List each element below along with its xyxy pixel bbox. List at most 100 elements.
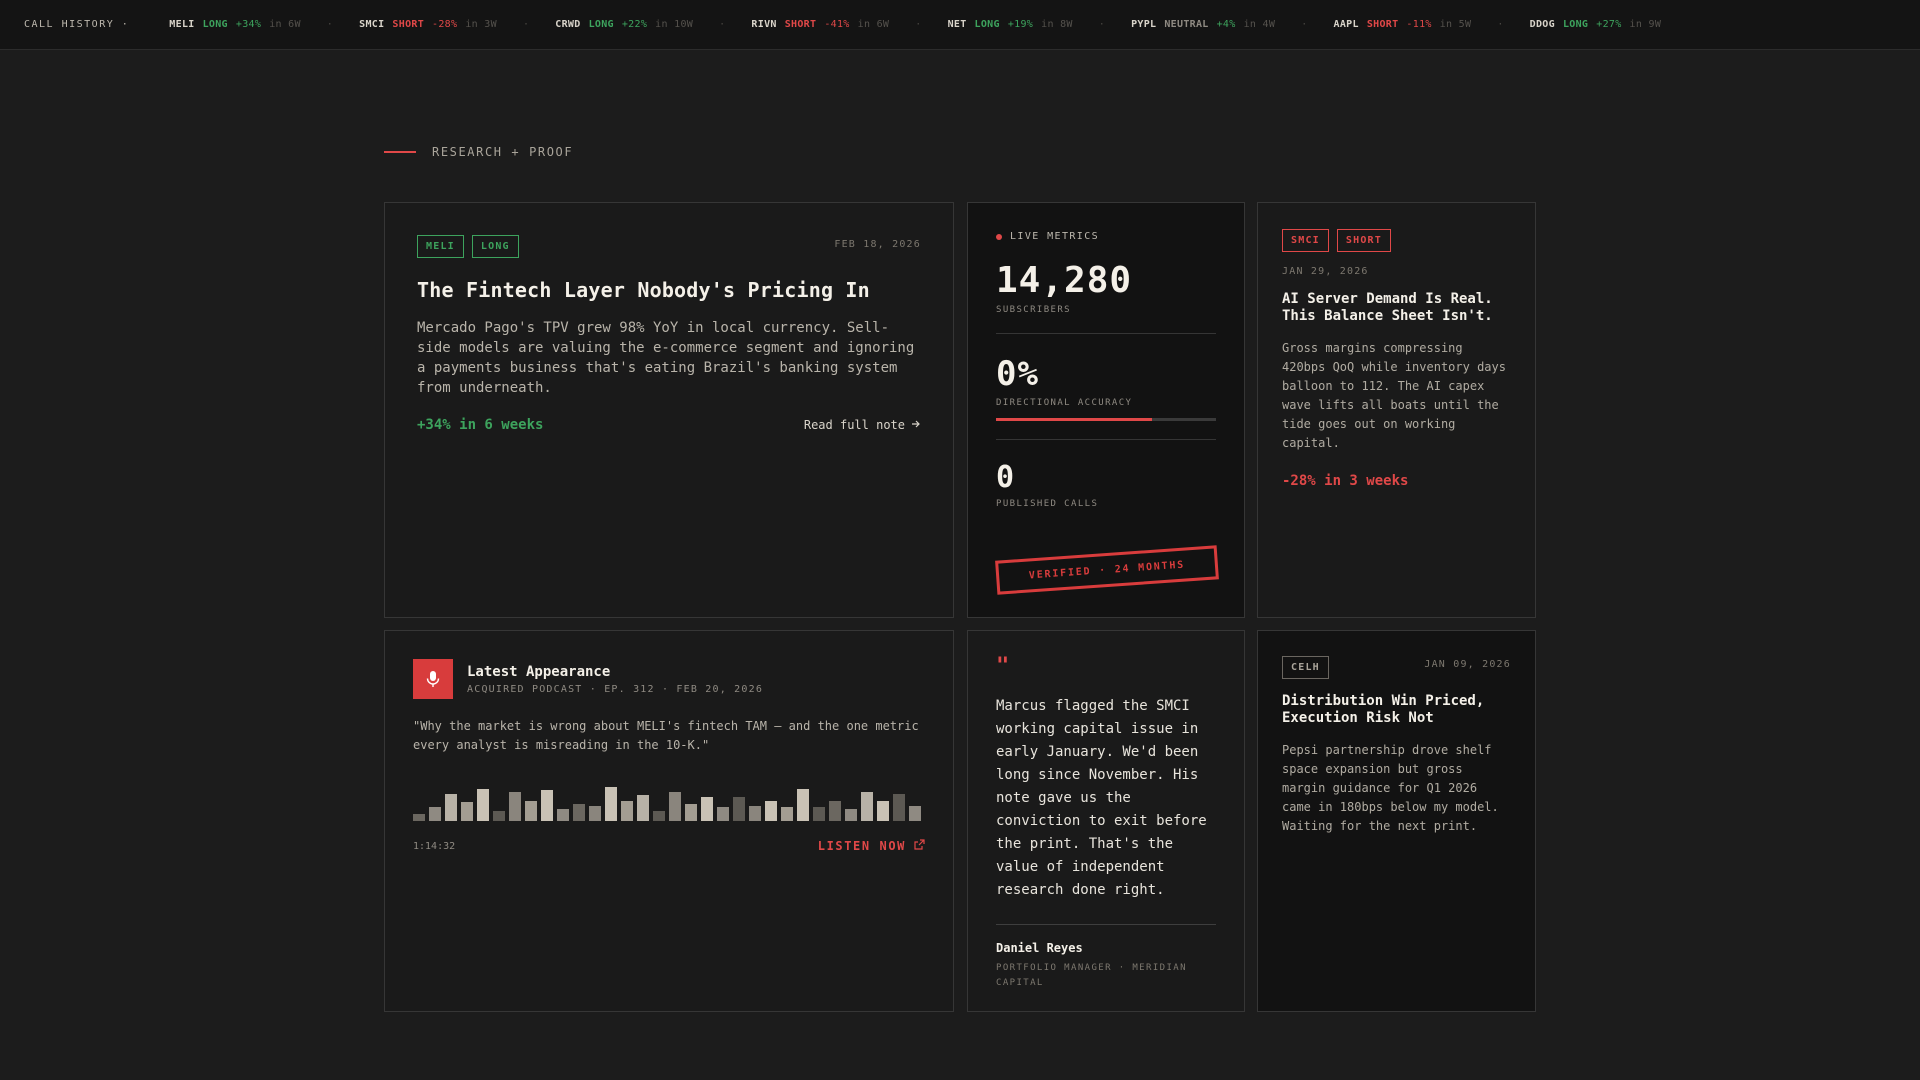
ticker-symbol: CRWD (555, 19, 581, 30)
ticker-symbol: NET (947, 19, 967, 30)
note-footer: +34% in 6 weeks Read full note (417, 417, 921, 433)
waveform-bar (765, 801, 777, 821)
latest-appearance-card: Latest Appearance ACQUIRED PODCAST · EP.… (384, 630, 954, 1012)
ticker-symbol: RIVN (751, 19, 777, 30)
ticker-separator: · (1497, 19, 1504, 30)
waveform-bar (861, 792, 873, 821)
ticker-tag: MELI (417, 235, 464, 258)
note-performance: +34% in 6 weeks (417, 417, 544, 433)
direction-tag: LONG (471, 235, 519, 258)
arrow-right-icon (911, 418, 921, 432)
ticker-duration: in 5W (1439, 19, 1472, 30)
ticker-change: +27% (1596, 19, 1622, 30)
ticker-item[interactable]: MELI LONG +34% in 6W (169, 19, 301, 30)
note-tags: SMCI SHORT (1282, 229, 1511, 252)
ticker-change: -41% (824, 19, 850, 30)
waveform-bar (845, 809, 857, 821)
waveform-bar (557, 809, 569, 821)
live-metrics-panel: LIVE METRICS 14,280 SUBSCRIBERS 0% DIREC… (967, 202, 1245, 618)
ticker-change: -11% (1406, 19, 1432, 30)
ticker-symbol: AAPL (1333, 19, 1359, 30)
ticker-direction: LONG (202, 19, 228, 30)
ticker-separator: · (719, 19, 726, 30)
subscribers-value: 14,280 (996, 260, 1133, 301)
research-note-celh[interactable]: CELH JAN 09, 2026 Distribution Win Price… (1257, 630, 1536, 1012)
call-history-ticker: CALL HISTORY · MELI LONG +34% in 6W · SMCI SHO… (0, 0, 1920, 50)
calls-metric: 0 PUBLISHED CALLS (996, 460, 1216, 509)
ticker-item[interactable]: CRWD LONG +22% in 10W (555, 19, 693, 30)
note-title[interactable]: AI Server Demand Is Real. This Balance S… (1282, 291, 1511, 325)
calls-value: 0 (996, 460, 1016, 495)
testimonial-card: " Marcus flagged the SMCI working capita… (967, 630, 1245, 1012)
subscribers-metric: 14,280 SUBSCRIBERS (996, 260, 1216, 334)
ticker-direction: SHORT (1366, 19, 1399, 30)
waveform-bar (445, 794, 457, 821)
ticker-tag: SMCI (1282, 229, 1329, 252)
ticker-item[interactable]: SMCI SHORT -28% in 3W (359, 19, 497, 30)
ticker-item[interactable]: PYPL NEUTRAL +4% in 4W (1131, 19, 1275, 30)
note-body: Pepsi partnership drove shelf space expa… (1282, 743, 1499, 833)
ticker-direction: LONG (1562, 19, 1589, 30)
ticker-duration: in 4W (1243, 19, 1276, 30)
note-title[interactable]: The Fintech Layer Nobody's Pricing In (417, 278, 921, 302)
waveform-bar (605, 787, 617, 821)
ticker-duration: in 8W (1041, 19, 1073, 30)
subscribers-label: SUBSCRIBERS (996, 305, 1072, 315)
audio-waveform[interactable] (413, 787, 925, 821)
live-metrics-label: LIVE METRICS (1010, 231, 1100, 242)
accuracy-label: DIRECTIONAL ACCURACY (996, 398, 1133, 408)
ticker-duration: in 6W (269, 19, 301, 30)
ticker-item[interactable]: DDOG LONG +27% in 9W (1530, 19, 1662, 30)
ticker-change: +19% (1007, 19, 1034, 30)
ticker-symbol: SMCI (359, 19, 385, 30)
listen-now-button[interactable]: LISTEN NOW (818, 839, 925, 853)
ticker-direction: NEUTRAL (1164, 19, 1209, 30)
research-note-meli[interactable]: MELI LONG FEB 18, 2026 The Fintech Layer… (384, 202, 954, 618)
testimonial-quote: Marcus flagged the SMCI working capital … (996, 698, 1207, 898)
testimonial-author: Daniel Reyes (996, 941, 1083, 955)
waveform-bar (893, 794, 905, 821)
ticker-change: +34% (235, 19, 262, 30)
ticker-duration: in 3W (465, 19, 497, 30)
waveform-bar (509, 792, 521, 821)
live-metrics-header: LIVE METRICS (996, 231, 1216, 242)
note-date: FEB 18, 2026 (834, 239, 921, 250)
waveform-bar (781, 807, 793, 821)
ticker-direction: LONG (588, 19, 614, 30)
ticker-symbol: MELI (169, 19, 195, 30)
note-performance: -28% in 3 weeks (1282, 473, 1409, 489)
ticker-item[interactable]: NET LONG +19% in 8W (948, 19, 1073, 30)
waveform-bar (621, 801, 633, 821)
ticker-item[interactable]: RIVN SHORT -41% in 6W (751, 19, 889, 30)
read-full-note-link[interactable]: Read full note (804, 418, 921, 432)
ticker-symbol: PYPL (1131, 19, 1157, 30)
waveform-bar (477, 789, 489, 821)
podcast-duration: 1:14:32 (413, 840, 456, 852)
waveform-bar (733, 797, 745, 821)
ticker-separator: · (1301, 19, 1308, 30)
waveform-bar (525, 801, 537, 821)
ticker-item[interactable]: AAPL SHORT -11% in 5W (1334, 19, 1472, 30)
research-note-smci[interactable]: SMCI SHORT JAN 29, 2026 AI Server Demand… (1257, 202, 1536, 618)
ticker-tag: CELH (1282, 656, 1329, 679)
listen-now-label: LISTEN NOW (817, 839, 906, 853)
live-dot-icon (996, 233, 1002, 240)
waveform-bar (637, 795, 649, 821)
ticker-duration: in 10W (655, 19, 694, 30)
ticker-label: CALL HISTORY · (24, 19, 130, 30)
accuracy-bar (996, 418, 1216, 421)
waveform-bar (541, 790, 553, 821)
note-title[interactable]: Distribution Win Priced, Execution Risk … (1282, 693, 1511, 727)
section-title: RESEARCH + PROOF (432, 145, 574, 159)
testimonial-divider (996, 924, 1216, 925)
ticker-change: -28% (432, 19, 458, 30)
ticker-direction: LONG (974, 19, 1000, 30)
waveform-bar (573, 804, 585, 821)
quote-mark-icon: " (996, 654, 1010, 679)
note-date: JAN 09, 2026 (1424, 659, 1511, 670)
ticker-separator: · (1098, 19, 1106, 30)
waveform-bar (429, 807, 441, 821)
ticker-direction: SHORT (392, 19, 425, 30)
waveform-bar (717, 807, 729, 821)
accuracy-value: 0% (996, 354, 1039, 394)
